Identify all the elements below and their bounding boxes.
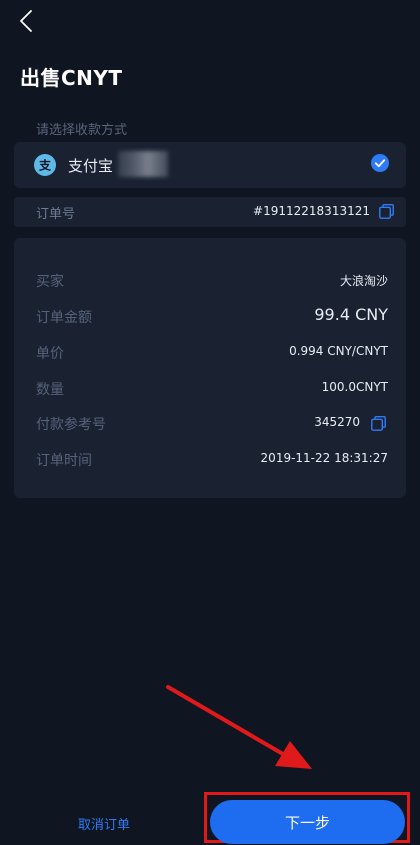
detail-row-reference: 付款参考号 345270: [14, 412, 406, 436]
copy-icon[interactable]: [371, 416, 386, 431]
detail-value: 大浪淘沙: [339, 274, 388, 288]
order-number-row: 订单号 #19112218313121: [14, 197, 406, 227]
detail-value: 345270: [314, 415, 360, 429]
detail-row-time: 订单时间 2019-11-22 18:31:27: [14, 448, 406, 472]
detail-row-amount: 订单金额 99.4 CNY: [14, 305, 406, 329]
payment-section-label: 请选择收款方式: [36, 123, 128, 138]
order-number-label: 订单号: [36, 207, 76, 222]
svg-text:支: 支: [38, 158, 52, 173]
page-title: 出售CNYT: [20, 66, 123, 90]
detail-row-price: 单价 0.994 CNY/CNYT: [14, 341, 406, 365]
detail-label: 买家: [36, 274, 64, 290]
detail-label: 单价: [36, 346, 64, 362]
cancel-order-button[interactable]: 取消订单: [78, 814, 130, 833]
detail-row-quantity: 数量 100.0CNYT: [14, 377, 406, 401]
order-number-value: #19112218313121: [253, 204, 370, 218]
detail-row-buyer: 买家 大浪淘沙: [14, 269, 406, 293]
copy-icon[interactable]: [379, 204, 394, 219]
detail-value: 2019-11-22 18:31:27: [260, 451, 388, 465]
detail-label: 订单时间: [36, 453, 92, 469]
payment-method-name: 支付宝: [68, 157, 114, 175]
detail-label: 付款参考号: [36, 417, 106, 433]
check-circle-icon[interactable]: [371, 154, 389, 172]
next-step-button[interactable]: 下一步: [210, 800, 405, 844]
detail-value: 100.0CNYT: [321, 380, 388, 394]
detail-value: 99.4 CNY: [314, 305, 388, 324]
order-details-card: 买家 大浪淘沙 订单金额 99.4 CNY 单价 0.994 CNY/CNYT …: [14, 238, 406, 498]
detail-label: 数量: [36, 382, 64, 398]
alipay-icon: 支: [34, 154, 56, 176]
detail-value: 0.994 CNY/CNYT: [289, 344, 388, 358]
back-icon[interactable]: [14, 8, 40, 34]
payment-method-option[interactable]: 支 支付宝: [14, 142, 406, 188]
redacted-account: [118, 151, 168, 177]
detail-label: 订单金额: [36, 310, 92, 326]
annotation-arrow: [166, 685, 312, 769]
